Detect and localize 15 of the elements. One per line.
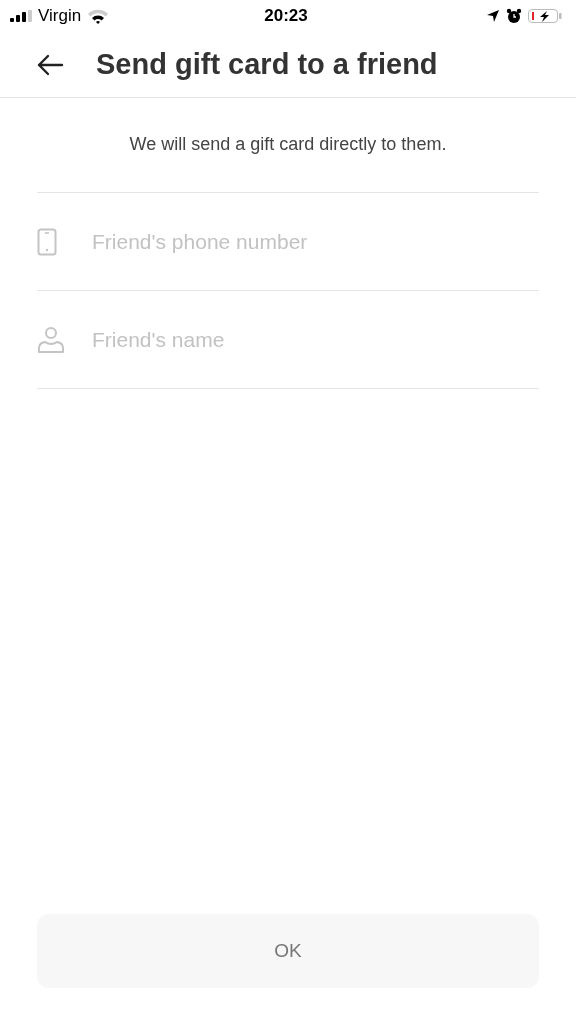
phone-icon [37, 227, 57, 256]
back-arrow-icon [36, 53, 64, 76]
signal-icon [10, 10, 32, 22]
phone-number-field[interactable]: Friend's phone number [92, 229, 539, 254]
person-icon [37, 325, 65, 354]
back-button[interactable] [36, 53, 64, 76]
location-icon [486, 9, 500, 23]
wifi-icon [87, 8, 110, 24]
alarm-icon [506, 8, 522, 24]
description-text: We will send a gift card directly to them. [128, 134, 448, 155]
clock-time: 20:23 [264, 6, 308, 26]
carrier-name: Virgin [38, 6, 82, 26]
page-title: Send gift card to a friend [96, 48, 438, 81]
name-field[interactable]: Friend's name [92, 327, 539, 352]
battery-icon [528, 8, 562, 24]
